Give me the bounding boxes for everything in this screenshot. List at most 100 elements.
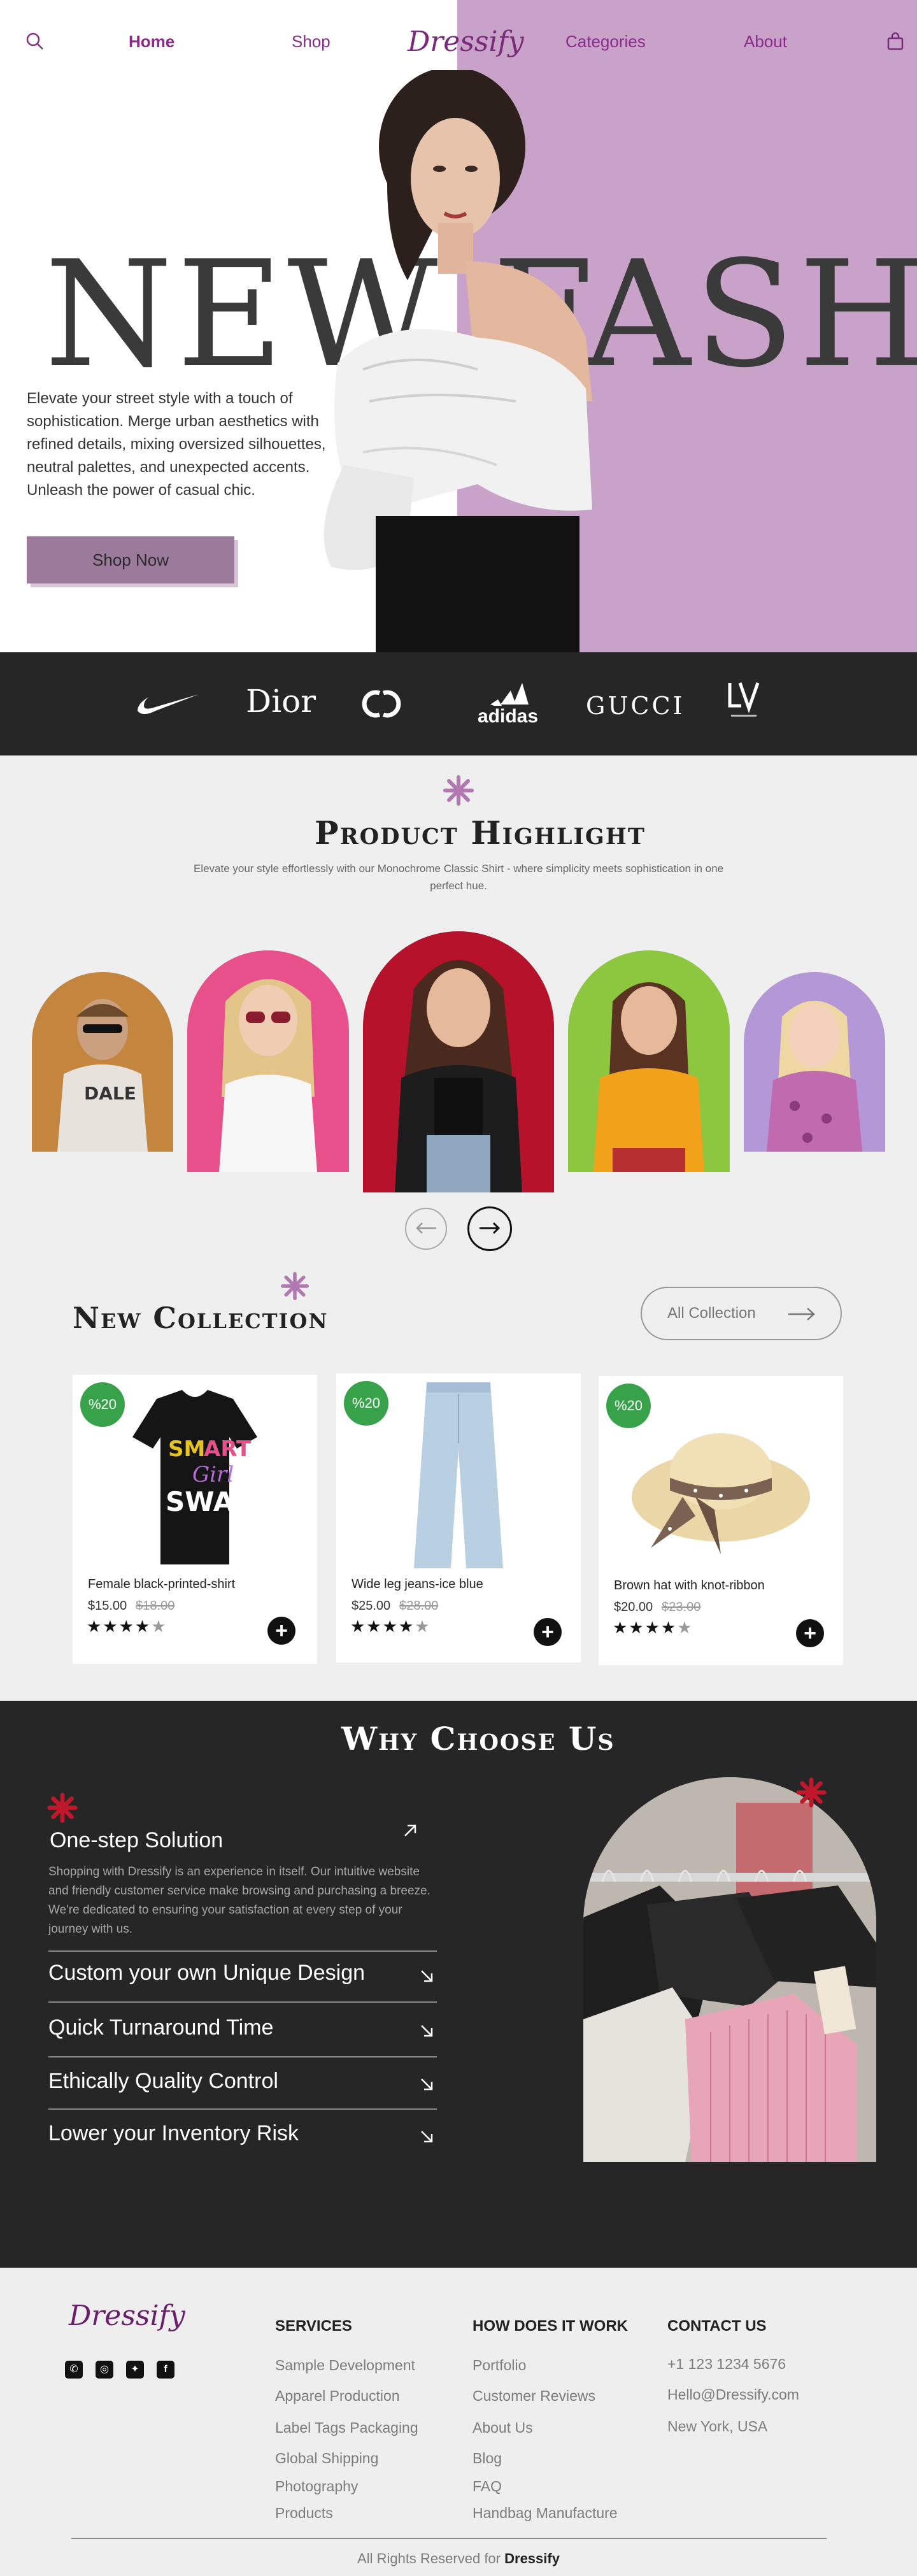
- instagram-icon[interactable]: ◎: [96, 2361, 113, 2379]
- facebook-icon[interactable]: f: [157, 2361, 174, 2379]
- arrow-down-right-icon[interactable]: [419, 2129, 436, 2150]
- nike-logo[interactable]: [136, 692, 200, 719]
- footer: Dressify ✆ ◎ ✦ f SERVICES Sample Develop…: [0, 2268, 917, 2576]
- arrow-left-icon: [416, 1222, 436, 1234]
- svg-text:DALE: DALE: [84, 1083, 136, 1104]
- product-image-shirt: SM ART Girl SWAG: [132, 1390, 257, 1564]
- highlight-card-1[interactable]: DALE: [32, 972, 173, 1152]
- all-collection-label: All Collection: [667, 1305, 756, 1322]
- arrow-right-icon: [480, 1222, 501, 1234]
- whatsapp-icon[interactable]: ✆: [65, 2361, 83, 2379]
- highlight-card-3[interactable]: [363, 931, 554, 1192]
- footer-link[interactable]: Portfolio: [473, 2357, 526, 2374]
- footer-link[interactable]: About Us: [473, 2419, 533, 2436]
- flower-ornament-icon-2: [280, 1271, 309, 1304]
- product-card-3[interactable]: %20 Brown hat with knot-ribbon $20.00 $23…: [599, 1376, 843, 1665]
- product-price-row: $15.00 $18.00: [88, 1599, 174, 1614]
- highlight-card-2[interactable]: [187, 950, 349, 1172]
- footer-link[interactable]: Sample Development: [275, 2357, 415, 2374]
- red-star-icon-2: [796, 1777, 827, 1811]
- slider-prev-button[interactable]: [405, 1208, 447, 1250]
- footer-link[interactable]: Label Tags Packaging: [275, 2419, 418, 2436]
- arrow-down-right-icon[interactable]: [419, 2023, 436, 2045]
- product-card-2[interactable]: %20 Wide leg jeans-ice blue $25.00 $28.00…: [336, 1373, 581, 1663]
- product-card-1[interactable]: %20 SM ART Girl SWAG Female black-printe…: [73, 1375, 317, 1664]
- footer-link[interactable]: FAQ: [473, 2478, 502, 2495]
- rating-stars: ★★★★★: [350, 1617, 431, 1636]
- footer-link[interactable]: Global Shipping: [275, 2450, 378, 2467]
- highlight-card-5[interactable]: [744, 972, 885, 1152]
- footer-link[interactable]: Handbag Manufacture: [473, 2505, 618, 2522]
- search-icon[interactable]: [25, 32, 45, 54]
- product-name[interactable]: Wide leg jeans-ice blue: [352, 1577, 483, 1592]
- product-old-price: $23.00: [662, 1600, 701, 1614]
- divider: [48, 2056, 437, 2057]
- add-to-cart-button[interactable]: +: [534, 1618, 562, 1646]
- copyright-text: All Rights Reserved for: [357, 2551, 501, 2566]
- product-price: $20.00: [614, 1600, 653, 1614]
- product-name[interactable]: Brown hat with knot-ribbon: [614, 1578, 765, 1593]
- nav-home[interactable]: Home: [129, 32, 174, 52]
- why-title: Why Choose Us: [341, 1720, 615, 1757]
- nav-about[interactable]: About: [744, 32, 787, 52]
- highlight-title: Product Highlight: [315, 814, 646, 852]
- product-name[interactable]: Female black-printed-shirt: [88, 1577, 235, 1592]
- nav-shop[interactable]: Shop: [292, 32, 331, 52]
- hero-description: Elevate your street style with a touch o…: [27, 390, 326, 499]
- shopping-bag-icon[interactable]: [886, 32, 904, 54]
- rating-stars: ★★★★★: [613, 1618, 693, 1637]
- footer-email[interactable]: Hello@Dressify.com: [667, 2386, 799, 2403]
- gucci-logo[interactable]: GUCCI: [586, 692, 685, 720]
- why-item-quality-control[interactable]: Ethically Quality Control: [48, 2069, 437, 2094]
- add-to-cart-button[interactable]: +: [267, 1617, 295, 1645]
- footer-link[interactable]: Blog: [473, 2450, 502, 2467]
- svg-text:SWAG: SWAG: [166, 1486, 256, 1517]
- copyright-brand: Dressify: [504, 2551, 560, 2566]
- add-to-cart-button[interactable]: +: [796, 1619, 824, 1647]
- footer-contact-heading: CONTACT US: [667, 2317, 767, 2335]
- svg-text:ART: ART: [204, 1436, 252, 1462]
- product-image-jeans: [414, 1382, 503, 1568]
- footer-link[interactable]: Products: [275, 2505, 333, 2522]
- slider-next-button[interactable]: [467, 1206, 512, 1251]
- arrow-down-right-icon[interactable]: [419, 2077, 436, 2098]
- footer-divider: [71, 2538, 827, 2539]
- nav-categories[interactable]: Categories: [565, 32, 646, 52]
- arrow-down-right-icon[interactable]: [419, 1968, 436, 1990]
- product-old-price: $18.00: [136, 1599, 175, 1613]
- footer-link[interactable]: Apparel Production: [275, 2387, 400, 2405]
- footer-link[interactable]: Customer Reviews: [473, 2387, 595, 2405]
- footer-how-heading: HOW DOES IT WORK: [473, 2317, 628, 2335]
- site-logo[interactable]: Dressify: [408, 25, 524, 58]
- footer-phone[interactable]: +1 123 1234 5676: [667, 2356, 786, 2373]
- footer-link[interactable]: Photography: [275, 2478, 358, 2495]
- clothing-rack-image: [583, 1777, 876, 2162]
- one-step-text: Shopping with Dressify is an experience …: [48, 1865, 430, 1936]
- shop-now-button[interactable]: Shop Now: [27, 536, 234, 583]
- hero-section: Home Shop Dressify Categories About NEW …: [0, 0, 917, 652]
- louis-vuitton-logo[interactable]: [726, 680, 762, 726]
- chanel-logo[interactable]: [360, 687, 402, 724]
- highlight-card-4[interactable]: [568, 950, 730, 1172]
- svg-text:Girl: Girl: [192, 1462, 234, 1487]
- hero-model-image: [323, 70, 592, 652]
- why-item-custom-design[interactable]: Custom your own Unique Design: [48, 1961, 437, 1986]
- flower-ornament-icon: [443, 775, 474, 810]
- one-step-title[interactable]: One-step Solution: [50, 1828, 223, 1853]
- divider: [48, 1950, 437, 1952]
- footer-logo[interactable]: Dressify: [69, 2300, 185, 2332]
- highlight-section: Product Highlight Elevate your style eff…: [0, 755, 917, 1701]
- svg-text:SM: SM: [168, 1436, 205, 1462]
- adidas-logo[interactable]: adidas: [476, 675, 540, 727]
- footer-address: New York, USA: [667, 2418, 768, 2435]
- dior-logo[interactable]: Dior: [246, 683, 316, 720]
- copyright: All Rights Reserved for Dressify: [0, 2551, 917, 2567]
- why-item-turnaround[interactable]: Quick Turnaround Time: [48, 2015, 437, 2040]
- twitter-icon[interactable]: ✦: [126, 2361, 144, 2379]
- why-item-inventory-risk[interactable]: Lower your Inventory Risk: [48, 2121, 437, 2146]
- arrow-up-right-icon[interactable]: [401, 1822, 419, 1845]
- brands-strip: Dior adidas GUCCI: [0, 652, 917, 755]
- product-price-row: $25.00 $28.00: [352, 1599, 438, 1614]
- all-collection-button[interactable]: All Collection: [641, 1287, 842, 1340]
- product-image-hat: [632, 1433, 810, 1554]
